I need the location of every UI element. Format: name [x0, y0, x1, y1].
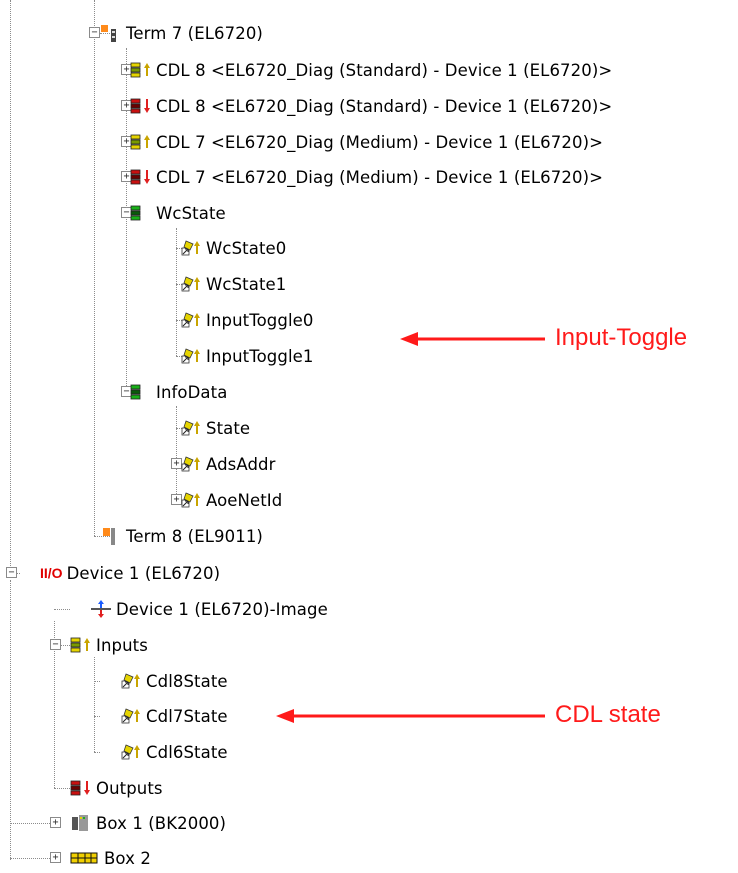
tree-node-label: WcState0 [206, 238, 287, 258]
tree-connector-line [176, 406, 177, 500]
tree-expander-plus-icon[interactable]: + [50, 852, 61, 863]
input-var-icon [180, 490, 200, 510]
annotation-arrow [276, 709, 545, 723]
tree-node-label: Cdl6State [146, 742, 228, 762]
tree-node[interactable]: CDL 7 <EL6720_Diag (Medium) - Device 1 (… [130, 162, 603, 192]
tree-node[interactable]: Inputs [70, 630, 148, 660]
io-tree-view[interactable]: − Term 7 (EL6720) + CDL 8 <EL6720_Diag (Sta… [0, 0, 738, 871]
io-device-icon: II/O [40, 565, 63, 581]
tree-node[interactable]: CDL 8 <EL6720_Diag (Standard) - Device 1… [130, 55, 612, 85]
tree-node[interactable]: WcState1 [180, 269, 286, 299]
output-var-group-icon [130, 167, 150, 187]
tree-node-label: Cdl7State [146, 706, 228, 726]
tree-node[interactable]: InfoData [130, 377, 227, 407]
annotation-label: CDL state [555, 701, 661, 728]
tree-node-label: CDL 8 <EL6720_Diag (Standard) - Device 1… [156, 96, 613, 116]
tree-expander-minus-icon[interactable]: − [50, 639, 61, 650]
tree-expander-minus-icon[interactable]: − [6, 567, 17, 578]
tree-node-label: Box 2 [104, 848, 151, 868]
tree-node-label: Inputs [96, 635, 148, 655]
input-var-icon [180, 346, 200, 366]
tree-node-label: Device 1 (EL6720) [66, 563, 221, 583]
tree-connector-line [94, 657, 95, 752]
tree-node-label: Term 8 (EL9011) [126, 526, 263, 546]
tree-connector-line [94, 752, 100, 753]
tree-node[interactable]: AoeNetId [180, 485, 282, 515]
tree-node[interactable]: Term 7 (EL6720) [100, 18, 263, 48]
annotation-arrow [400, 332, 545, 346]
green-var-group-icon [130, 382, 150, 402]
tree-node-label: CDL 7 <EL6720_Diag (Medium) - Device 1 (… [156, 167, 604, 187]
end-terminal-icon [100, 526, 120, 546]
tree-connector-line [10, 580, 11, 860]
box-icon [70, 848, 98, 868]
tree-node[interactable]: Outputs [70, 773, 163, 803]
tree-node-label: CDL 7 <EL6720_Diag (Medium) - Device 1 (… [156, 132, 604, 152]
tree-node[interactable]: Cdl8State [120, 666, 228, 696]
tree-node[interactable]: State [180, 413, 250, 443]
tree-expander-minus-icon[interactable]: − [89, 27, 100, 38]
tree-node-label: Device 1 (EL6720)-Image [116, 599, 328, 619]
input-var-group-icon [70, 635, 90, 655]
tree-node-label: Term 7 (EL6720) [126, 23, 263, 43]
tree-connector-line [94, 716, 100, 717]
input-var-icon [180, 418, 200, 438]
tree-node-label: Outputs [96, 778, 163, 798]
green-var-group-icon [130, 203, 150, 223]
tree-node[interactable]: CDL 8 <EL6720_Diag (Standard) - Device 1… [130, 91, 612, 121]
tree-connector-line [94, 681, 100, 682]
tree-node-label: WcState1 [206, 274, 287, 294]
input-var-icon [120, 671, 140, 691]
tree-node-label: Cdl8State [146, 671, 228, 691]
tree-node[interactable]: Term 8 (EL9011) [100, 521, 263, 551]
terminal-icon [100, 23, 120, 43]
tree-node-label: WcState [156, 203, 226, 223]
tree-node[interactable]: Cdl6State [120, 737, 228, 767]
input-var-icon [180, 238, 200, 258]
annotation-label: Input-Toggle [555, 324, 688, 351]
input-var-group-icon [130, 60, 150, 80]
tree-connector-line [10, 0, 11, 566]
input-var-icon [180, 454, 200, 474]
tree-node-label: CDL 8 <EL6720_Diag (Standard) - Device 1… [156, 60, 613, 80]
tree-connector-line [94, 0, 95, 536]
input-var-icon [180, 274, 200, 294]
tree-node[interactable]: InputToggle0 [180, 305, 313, 335]
tree-node[interactable]: WcState [130, 198, 226, 228]
tree-node[interactable]: WcState0 [180, 233, 286, 263]
tree-node-label: InputToggle0 [206, 310, 314, 330]
tree-node[interactable]: Device 1 (EL6720)-Image [90, 594, 328, 624]
tree-node[interactable]: II/O Device 1 (EL6720) [40, 558, 220, 588]
tree-node-label: InfoData [156, 382, 228, 402]
tree-connector-line [54, 609, 70, 610]
tree-node[interactable]: CDL 7 <EL6720_Diag (Medium) - Device 1 (… [130, 127, 603, 157]
input-var-icon [120, 706, 140, 726]
tree-node-label: State [206, 418, 251, 438]
tree-node-label: AoeNetId [206, 490, 283, 510]
tree-node-label: Box 1 (BK2000) [96, 813, 227, 833]
tree-node-label: AdsAddr [206, 454, 276, 474]
tree-expander-plus-icon[interactable]: + [50, 817, 61, 828]
input-var-icon [120, 742, 140, 762]
input-var-icon [180, 310, 200, 330]
tree-node[interactable]: InputToggle1 [180, 341, 313, 371]
tree-node-label: InputToggle1 [206, 346, 314, 366]
tree-connector-line [10, 823, 50, 824]
tree-connector-line [10, 858, 50, 859]
box-bk2000-icon [70, 813, 90, 833]
tree-node[interactable]: Box 1 (BK2000) [70, 808, 226, 838]
output-var-group-icon [130, 96, 150, 116]
tree-node[interactable]: Box 2 [70, 843, 151, 873]
input-var-group-icon [130, 132, 150, 152]
process-image-icon [90, 599, 111, 619]
tree-node[interactable]: AdsAddr [180, 449, 276, 479]
tree-node[interactable]: Cdl7State [120, 701, 228, 731]
output-var-group-icon [70, 778, 90, 798]
